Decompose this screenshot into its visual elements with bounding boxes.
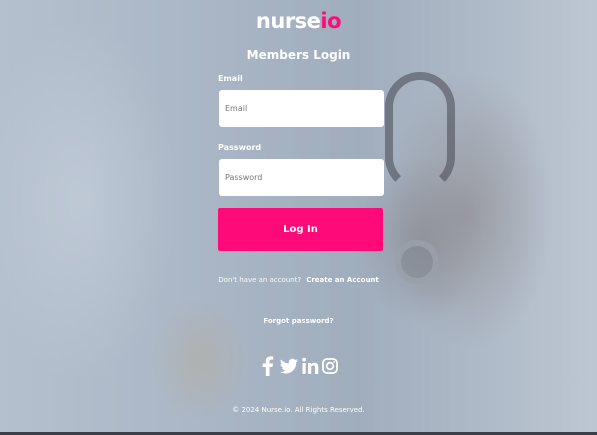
password-label: Password [218, 143, 262, 152]
login-button[interactable]: Log In [218, 208, 383, 251]
copyright-text: © 2024 Nurse.io. All Rights Reserved. [232, 406, 365, 414]
no-account-text: Don't have an account? [218, 276, 302, 284]
stethoscope-decoration [385, 72, 455, 192]
linkedin-icon[interactable] [301, 355, 319, 377]
email-label: Email [218, 74, 243, 83]
password-field[interactable] [219, 159, 384, 196]
account-prompt: Don't have an account? Create an Account [0, 276, 597, 284]
create-account-link[interactable]: Create an Account [306, 276, 379, 284]
logo-text-primary: nurse [255, 9, 321, 33]
social-links [0, 355, 597, 377]
logo-text-accent: io [320, 9, 342, 33]
email-field[interactable] [219, 90, 384, 127]
nurseio-logo[interactable]: nurseio [0, 9, 597, 33]
facebook-icon[interactable] [259, 355, 277, 377]
forgot-password-link[interactable]: Forgot password? [0, 317, 597, 325]
twitter-icon[interactable] [279, 355, 299, 377]
page-title: Members Login [246, 48, 351, 62]
instagram-icon[interactable] [321, 355, 339, 377]
